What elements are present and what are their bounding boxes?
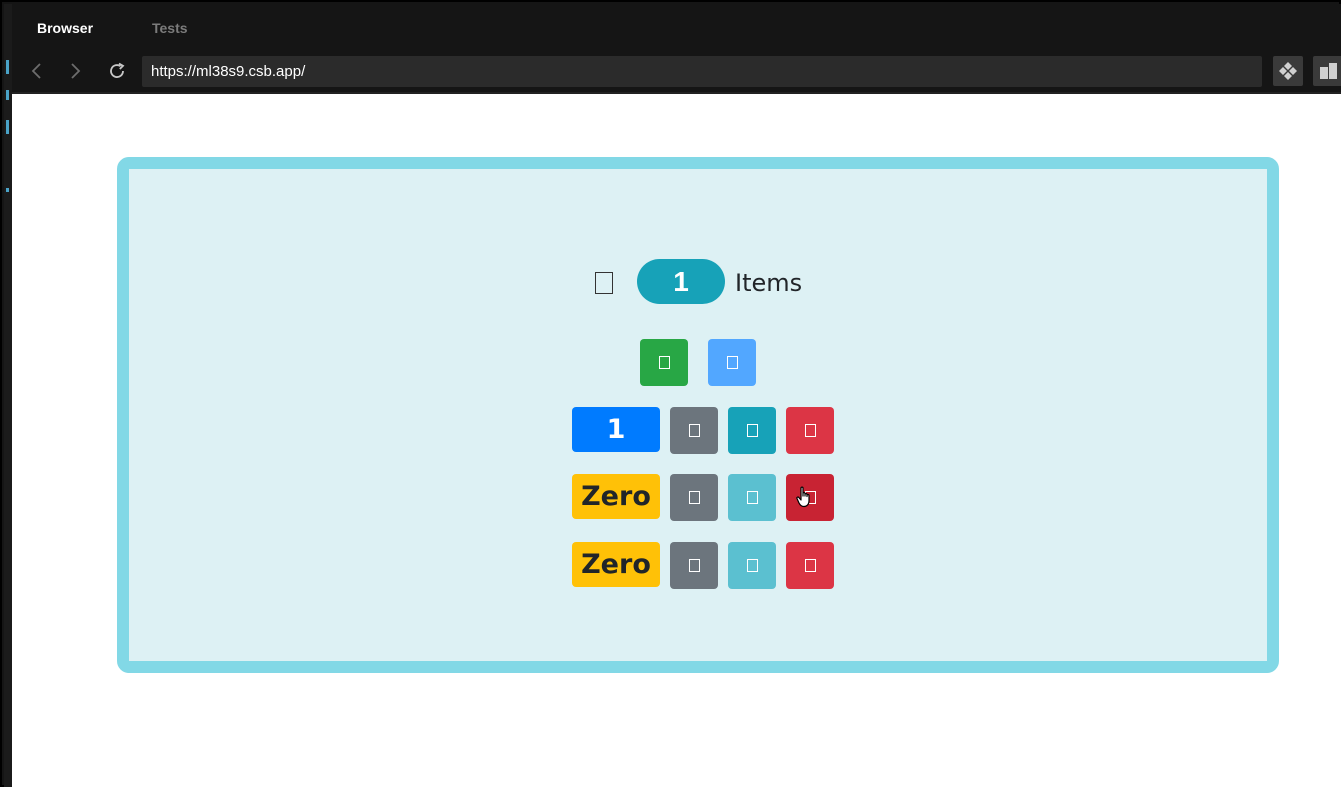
restart-button[interactable]: [708, 339, 756, 386]
delete-button[interactable]: [786, 474, 834, 521]
square-icon: [804, 424, 816, 437]
browser-window: Browser Tests https://ml38s9.csb.app/ 1 …: [0, 0, 1341, 787]
increment-button[interactable]: [670, 542, 718, 589]
browser-viewport: 1 Items 1 Zero Zero: [12, 94, 1341, 787]
tab-tests[interactable]: Tests: [152, 20, 188, 36]
square-icon: [688, 424, 700, 437]
square-icon: [746, 424, 758, 437]
counter-header: 1 Items: [129, 259, 1267, 304]
counter-value-badge: Zero: [572, 542, 660, 587]
gutter-marker: [6, 120, 9, 134]
delete-button[interactable]: [786, 407, 834, 454]
square-icon: [804, 559, 816, 572]
increment-button[interactable]: [670, 407, 718, 454]
editor-gutter: [4, 4, 12, 787]
chevron-left-icon: [31, 63, 41, 79]
url-text: https://ml38s9.csb.app/: [151, 63, 306, 80]
counter-value-badge: Zero: [572, 474, 660, 519]
reload-icon: [110, 62, 125, 78]
back-button[interactable]: [24, 58, 50, 84]
square-icon: [658, 356, 670, 369]
devtools-button[interactable]: [1273, 56, 1303, 86]
panel-tab-bar: Browser Tests: [12, 4, 1341, 50]
reload-button[interactable]: [104, 58, 130, 84]
forward-button[interactable]: [62, 58, 88, 84]
square-icon: [688, 491, 700, 504]
square-icon: [595, 272, 613, 294]
decrement-button[interactable]: [728, 474, 776, 521]
gutter-marker: [6, 90, 9, 100]
items-label: Items: [735, 269, 803, 297]
chevron-right-icon: [71, 63, 81, 79]
square-icon: [726, 356, 738, 369]
decrement-button[interactable]: [728, 407, 776, 454]
increment-button[interactable]: [670, 474, 718, 521]
windows-icon: [1320, 63, 1337, 79]
diamond-grid-icon: [1279, 62, 1297, 80]
square-icon: [746, 559, 758, 572]
square-icon: [746, 491, 758, 504]
decrement-button[interactable]: [728, 542, 776, 589]
refresh-button[interactable]: [640, 339, 688, 386]
square-icon: [688, 559, 700, 572]
open-new-window-button[interactable]: [1313, 56, 1341, 86]
delete-button[interactable]: [786, 542, 834, 589]
app-card: 1 Items 1 Zero Zero: [117, 157, 1279, 673]
gutter-marker: [6, 188, 9, 192]
gutter-marker: [6, 60, 9, 74]
total-count-badge: 1: [637, 259, 725, 304]
address-bar[interactable]: https://ml38s9.csb.app/: [142, 56, 1262, 87]
hand-pointer-icon: [796, 486, 810, 508]
tab-browser[interactable]: Browser: [37, 20, 93, 36]
browser-toolbar: https://ml38s9.csb.app/: [12, 50, 1341, 94]
counter-value-badge: 1: [572, 407, 660, 452]
